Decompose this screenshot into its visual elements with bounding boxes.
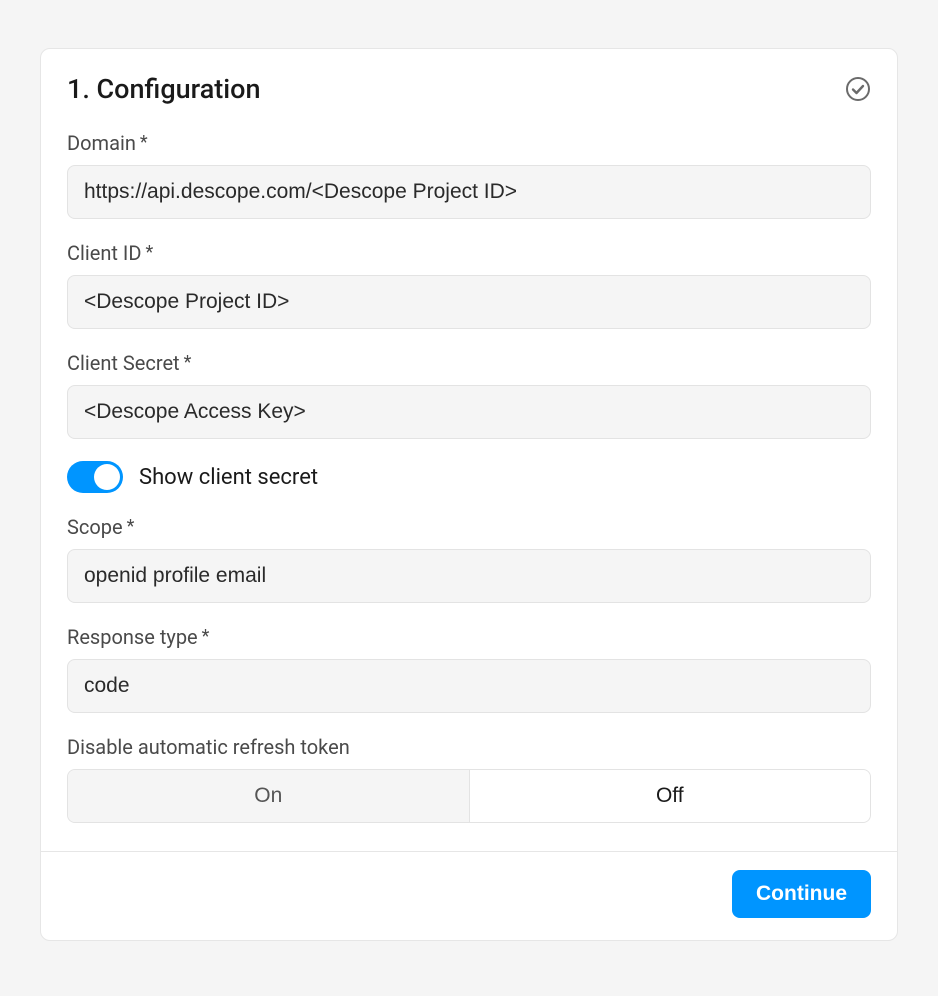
switch-knob (94, 464, 120, 490)
client-secret-input[interactable] (67, 385, 871, 439)
continue-button[interactable]: Continue (732, 870, 871, 918)
response-type-field: Response type (67, 625, 871, 713)
card-title: 1. Configuration (67, 73, 260, 105)
card-footer: Continue (41, 851, 897, 940)
configuration-card: 1. Configuration Domain Client ID Client… (40, 48, 898, 941)
client-secret-field: Client Secret (67, 351, 871, 439)
client-id-label: Client ID (67, 241, 871, 265)
refresh-token-on[interactable]: On (68, 770, 469, 822)
client-secret-label: Client Secret (67, 351, 871, 375)
domain-label: Domain (67, 131, 871, 155)
client-id-input[interactable] (67, 275, 871, 329)
scope-label: Scope (67, 515, 871, 539)
scope-field: Scope (67, 515, 871, 603)
show-secret-switch[interactable] (67, 461, 123, 493)
scope-input[interactable] (67, 549, 871, 603)
response-type-label: Response type (67, 625, 871, 649)
client-id-field: Client ID (67, 241, 871, 329)
refresh-token-field: Disable automatic refresh token On Off (67, 735, 871, 823)
card-header: 1. Configuration (67, 73, 871, 105)
check-circle-icon (845, 76, 871, 102)
response-type-input[interactable] (67, 659, 871, 713)
refresh-token-segmented: On Off (67, 769, 871, 823)
card-body: 1. Configuration Domain Client ID Client… (41, 49, 897, 851)
refresh-token-off[interactable]: Off (469, 770, 871, 822)
show-secret-toggle-row: Show client secret (67, 461, 871, 493)
refresh-token-label: Disable automatic refresh token (67, 735, 871, 759)
domain-input[interactable] (67, 165, 871, 219)
show-secret-label: Show client secret (139, 465, 318, 490)
domain-field: Domain (67, 131, 871, 219)
